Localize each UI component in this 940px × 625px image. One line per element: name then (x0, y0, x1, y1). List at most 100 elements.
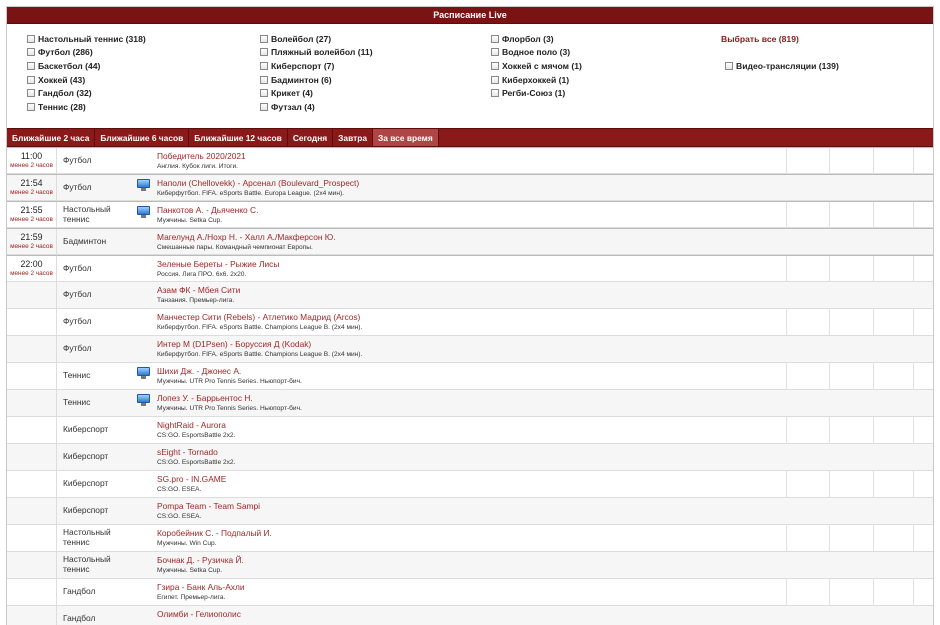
monitor-icon[interactable] (137, 206, 150, 218)
time-remaining: менее 2 часов (10, 189, 53, 196)
sport-filter-item[interactable]: Флорбол (3) (491, 32, 582, 46)
sport-filter-item[interactable]: Пляжный волейбол (11) (260, 46, 373, 60)
sport-filter-item[interactable]: Хоккей с мячом (1) (491, 59, 582, 73)
event-link[interactable]: Бочнак Д. - Рузичка Й. (157, 555, 933, 565)
event-cell: Олимби - Гелиополис (153, 606, 933, 625)
sport-filter-item[interactable]: Баскетбол (44) (27, 59, 146, 73)
sport-name: Настольный теннис (63, 527, 111, 547)
tab-period[interactable]: Ближайшие 12 часов (189, 129, 288, 146)
time-cell (7, 282, 57, 308)
sport-filter-item[interactable]: Водное поло (3) (491, 46, 582, 60)
event-link[interactable]: SG.pro - IN.GAME (157, 474, 933, 484)
tab-period[interactable]: За все время (373, 129, 439, 146)
sport-filter-item[interactable]: Бадминтон (6) (260, 73, 373, 87)
tab-period[interactable]: Ближайшие 2 часа (7, 129, 96, 146)
sport-filter-item[interactable]: Теннис (28) (27, 100, 146, 114)
page-title: Расписание Live (7, 7, 933, 24)
sport-filter-item[interactable]: Гандбол (32) (27, 86, 146, 100)
tab-period[interactable]: Сегодня (288, 129, 334, 146)
sport-checkbox[interactable] (260, 34, 268, 43)
monitor-icon[interactable] (137, 367, 150, 379)
event-link[interactable]: Манчестер Сити (Rebels) - Атлетико Мадри… (157, 312, 933, 322)
event-link[interactable]: Наполи (Chellovekk) - Арсенал (Boulevard… (157, 178, 933, 188)
event-link[interactable]: Интер М (D1Psen) - Боруссия Д (Kodak) (157, 339, 933, 349)
event-link[interactable]: Азам ФК - Мбея Сити (157, 285, 933, 295)
league-name: Мужчины. Setka Cup. (157, 567, 223, 574)
sport-filter-item[interactable]: Киберспорт (7) (260, 59, 373, 73)
video-cell (137, 390, 153, 416)
event-link[interactable]: Шихи Дж. - Джонес А. (157, 366, 933, 376)
event-link[interactable]: Коробейник С. - Подпалый И. (157, 528, 933, 538)
sport-checkbox[interactable] (491, 75, 499, 84)
schedule-row: 21:55 менее 2 часов Настольный теннис Панко… (7, 201, 933, 228)
sport-name: Гандбол (63, 586, 96, 597)
league-name: CS:GO. ESEA. (157, 513, 202, 520)
sport-filters: Настольный теннис (318) Футбол (286) Баске… (7, 24, 933, 128)
league-name: CS:GO. EsportsBattle 2x2. (157, 432, 236, 439)
monitor-icon[interactable] (137, 179, 150, 191)
schedule-row: Футбол Манчестер Сити (Rebels) - Атлетико… (7, 309, 933, 336)
sport-checkbox[interactable] (491, 48, 499, 57)
event-cell: Гзира - Банк Аль-Ахли Египет. Премьер-лиг… (153, 579, 933, 605)
event-link[interactable]: Pompa Team - Team Sampi (157, 501, 933, 511)
sport-checkbox[interactable] (260, 48, 268, 57)
sport-checkbox[interactable] (27, 34, 35, 43)
tab-period[interactable]: Ближайшие 6 часов (95, 129, 190, 146)
sport-name: Гандбол (63, 613, 96, 624)
tab-period[interactable]: Завтра (333, 129, 373, 146)
event-link[interactable]: NightRaid - Aurora (157, 420, 933, 430)
sport-checkbox[interactable] (27, 75, 35, 84)
sport-filter-item[interactable]: Футбол (286) (27, 46, 146, 60)
schedule-row: Киберспорт NightRaid - Aurora CS:GO. Espor… (7, 417, 933, 444)
event-link[interactable]: sEight - Tornado (157, 447, 933, 457)
sport-checkbox[interactable] (27, 89, 35, 98)
sport-checkbox[interactable] (27, 102, 35, 111)
event-link[interactable]: Магелунд А./Нохр Н. - Халл А./Макферсон … (157, 232, 933, 242)
event-cell: Магелунд А./Нохр Н. - Халл А./Макферсон … (153, 229, 933, 254)
time-cell (7, 525, 57, 551)
sport-filter-item[interactable]: Футзал (4) (260, 100, 373, 114)
video-cell (137, 606, 153, 625)
sport-filter-label: Хоккей с мячом (1) (502, 60, 582, 71)
schedule-row: Киберспорт Pompa Team - Team Sampi CS:GO. … (7, 498, 933, 525)
sport-name: Киберспорт (63, 505, 109, 516)
sport-checkbox[interactable] (491, 89, 499, 98)
video-checkbox[interactable] (725, 61, 733, 70)
event-link[interactable]: Зеленые Береты - Рыжие Лисы (157, 259, 933, 269)
monitor-icon[interactable] (137, 394, 150, 406)
video-filter-row[interactable]: Видео-трансляции (139) (721, 59, 839, 73)
sport-checkbox[interactable] (27, 61, 35, 70)
schedule-row: Гандбол Гзира - Банк Аль-Ахли Египет. Прем… (7, 579, 933, 606)
sport-checkbox[interactable] (491, 34, 499, 43)
schedule-row: Теннис Шихи Дж. - Джонес А. Мужчины. UTR P… (7, 363, 933, 390)
sport-checkbox[interactable] (27, 48, 35, 57)
sport-checkbox[interactable] (260, 102, 268, 111)
league-name: Киберфутбол. FIFA. eSports Battle. Europ… (157, 190, 345, 197)
schedule-row: 21:54 менее 2 часов Футбол Наполи (Chellove… (7, 174, 933, 201)
sport-filter-label: Киберхоккей (1) (502, 74, 570, 85)
video-cell (137, 552, 153, 578)
league-name: Смешанные пары. Командный чемпионат Евро… (157, 244, 313, 251)
event-cell: Победитель 2020/2021 Англия. Кубок лиги. … (153, 148, 933, 173)
sport-checkbox[interactable] (260, 75, 268, 84)
sport-checkbox[interactable] (260, 89, 268, 98)
sport-filter-item[interactable]: Хоккей (43) (27, 73, 146, 87)
event-cell: SG.pro - IN.GAME CS:GO. ESEA. (153, 471, 933, 497)
sport-name: Футбол (63, 262, 92, 273)
sport-filter-label: Регби-Союз (1) (502, 88, 566, 99)
sport-filter-item[interactable]: Настольный теннис (318) (27, 32, 146, 46)
event-link[interactable]: Победитель 2020/2021 (157, 151, 933, 161)
event-link[interactable]: Лопез У. - Баррьентос Н. (157, 393, 933, 403)
sport-filter-item[interactable]: Регби-Союз (1) (491, 86, 582, 100)
select-all-link[interactable]: Выбрать все (819) (721, 34, 799, 44)
sport-checkbox[interactable] (491, 61, 499, 70)
event-link[interactable]: Олимби - Гелиополис (157, 609, 933, 619)
time-cell (7, 309, 57, 335)
sport-filter-item[interactable]: Крикет (4) (260, 86, 373, 100)
sport-checkbox[interactable] (260, 61, 268, 70)
sport-filter-item[interactable]: Волейбол (27) (260, 32, 373, 46)
monitor-stand (141, 215, 146, 218)
event-link[interactable]: Гзира - Банк Аль-Ахли (157, 582, 933, 592)
sport-filter-item[interactable]: Киберхоккей (1) (491, 73, 582, 87)
event-link[interactable]: Панкотов А. - Дьяченко С. (157, 205, 933, 215)
